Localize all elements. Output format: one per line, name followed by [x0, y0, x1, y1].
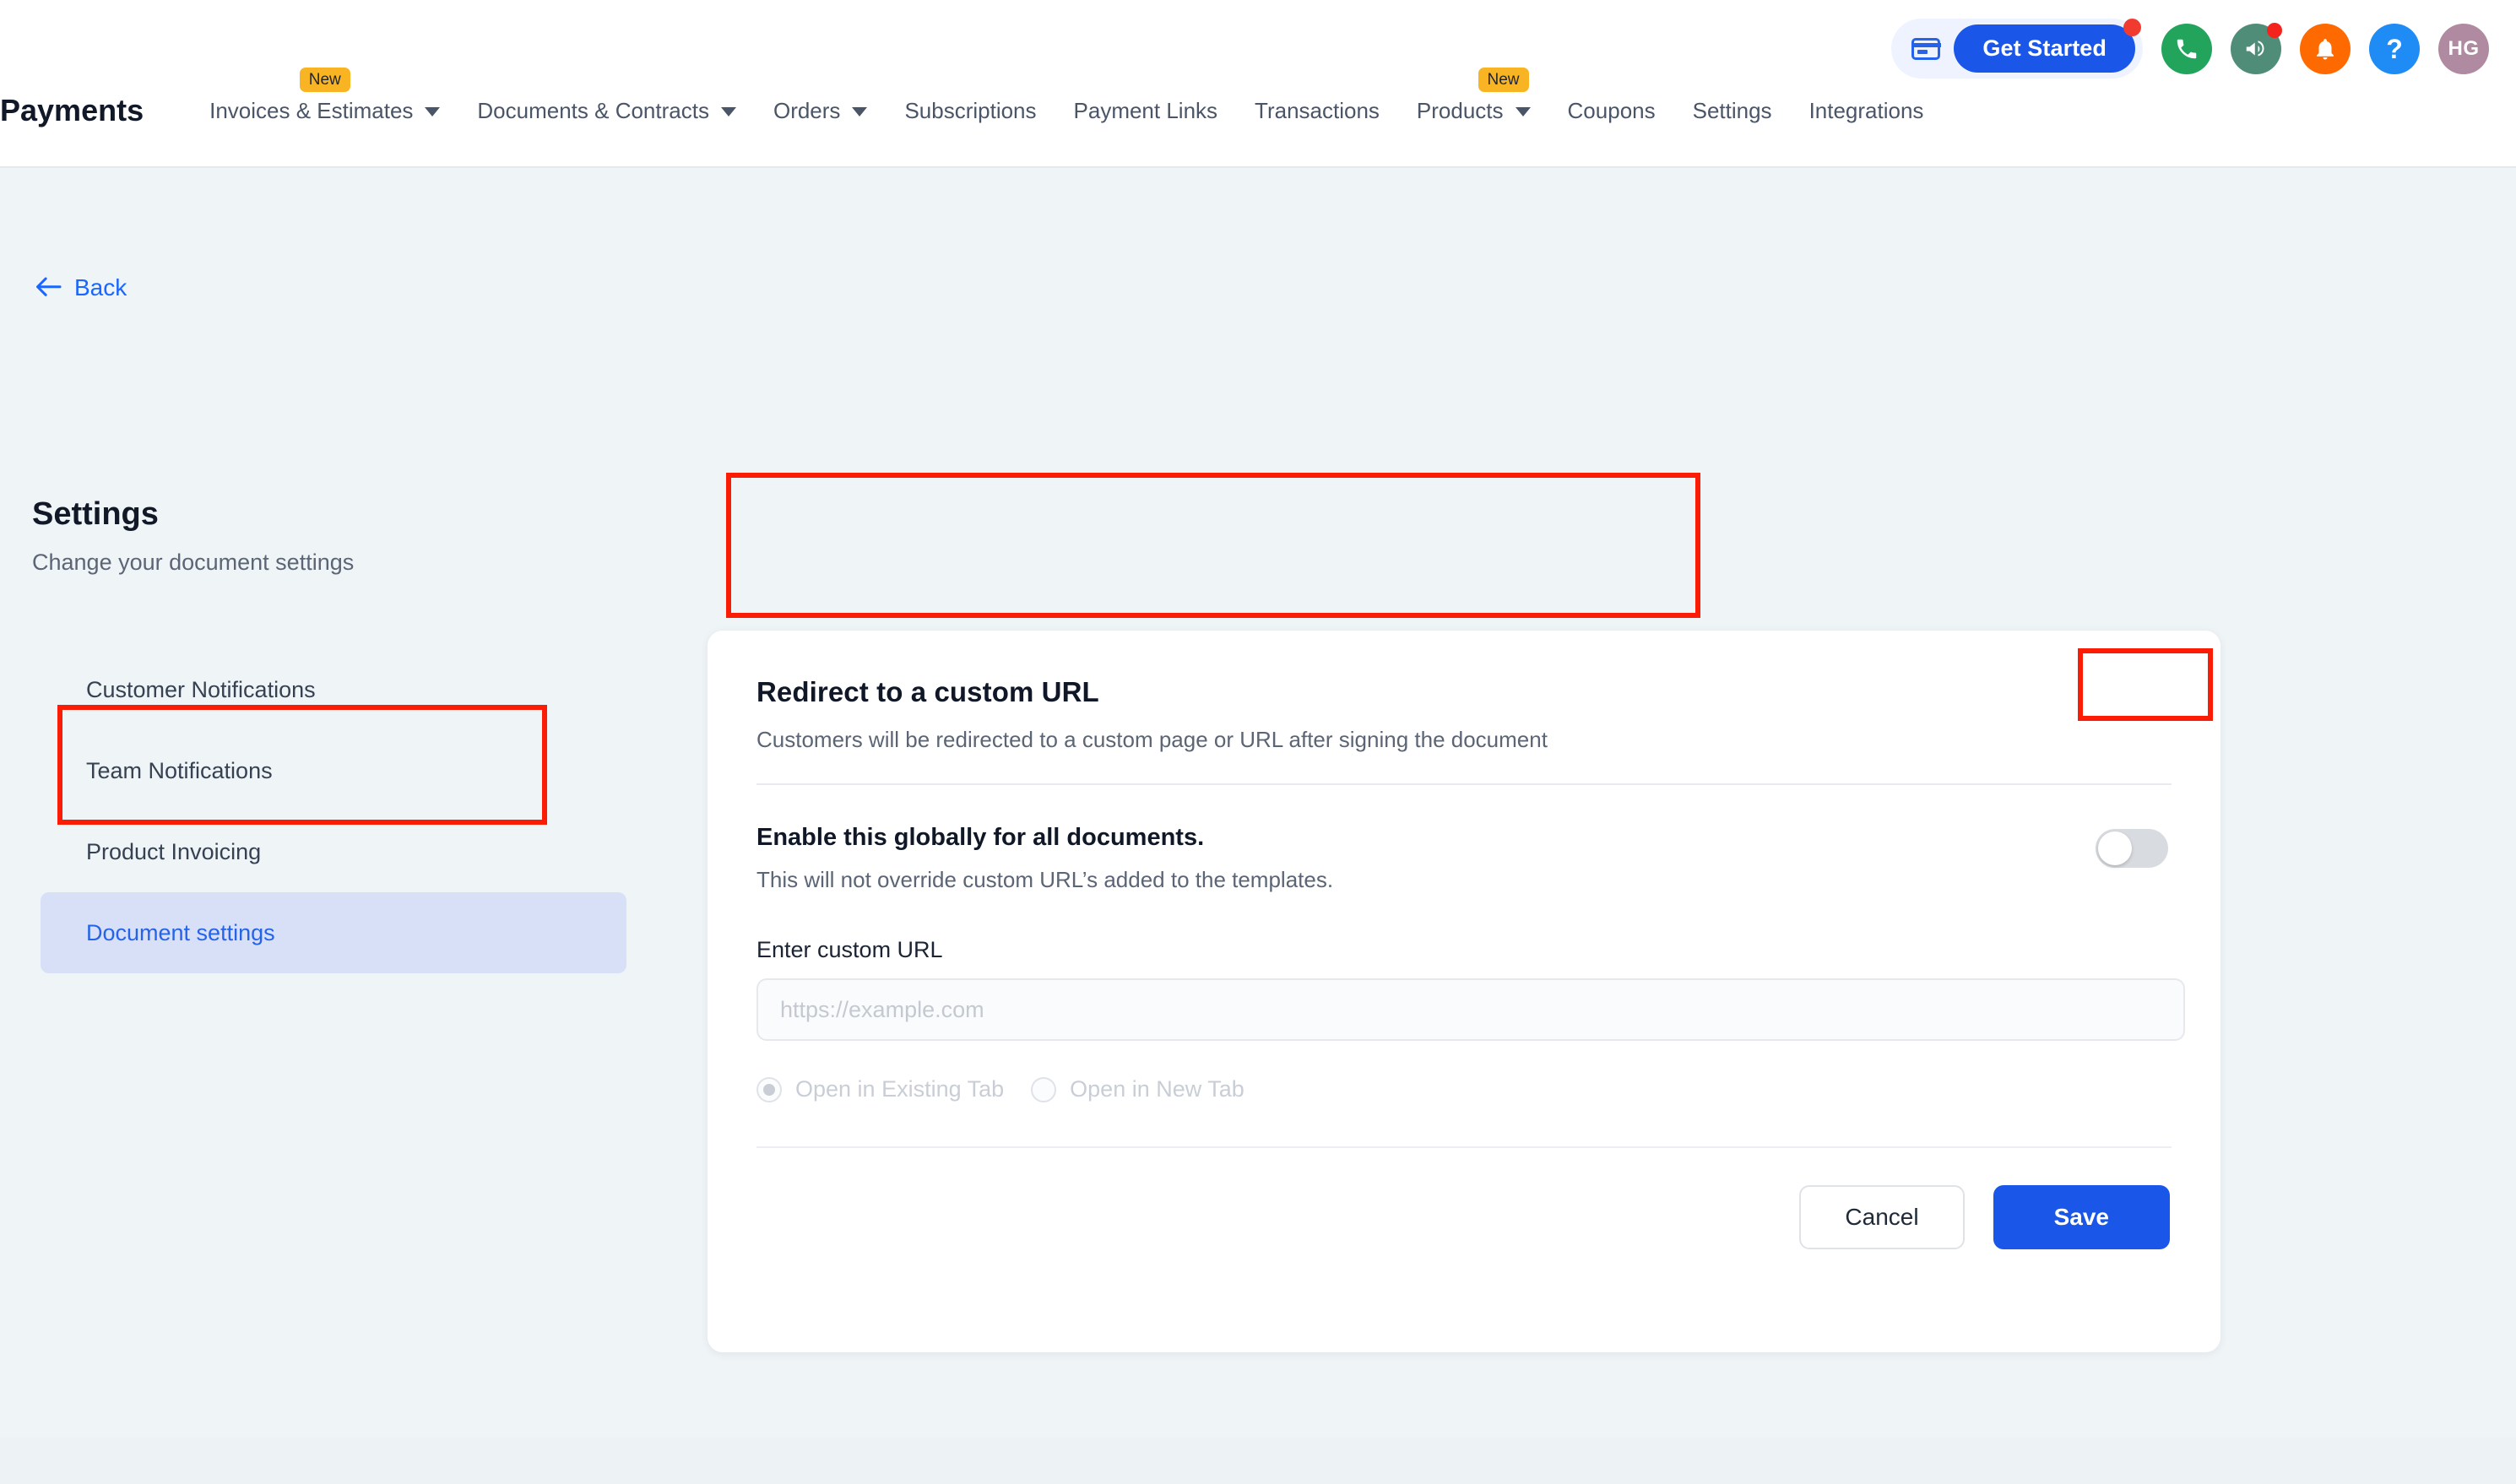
- radio-icon: [1031, 1077, 1056, 1102]
- help-icon: ?: [2386, 35, 2403, 62]
- help-icon-button[interactable]: ?: [2369, 24, 2420, 74]
- sidebar-item-label: Product Invoicing: [86, 839, 261, 865]
- topbar-utilities: Get Started ? HG: [1891, 19, 2489, 79]
- card-actions: Cancel Save: [708, 1148, 2220, 1249]
- card-description: Customers will be redirected to a custom…: [756, 727, 2170, 753]
- nav-item-orders[interactable]: Orders: [755, 98, 886, 124]
- phone-icon-button[interactable]: [2161, 24, 2212, 74]
- sidebar-item-product-invoicing[interactable]: Product Invoicing: [41, 811, 626, 892]
- page-subtitle: Change your document settings: [32, 550, 354, 576]
- enable-global-row: Enable this globally for all documents. …: [756, 824, 2172, 893]
- new-badge: New: [1478, 68, 1529, 93]
- chevron-down-icon: [1516, 107, 1531, 116]
- new-badge: New: [300, 68, 350, 93]
- custom-url-label: Enter custom URL: [756, 937, 2172, 963]
- radio-label: Open in New Tab: [1070, 1076, 1244, 1102]
- back-button[interactable]: Back: [34, 274, 127, 301]
- redirect-settings-card: Redirect to a custom URL Customers will …: [708, 631, 2220, 1352]
- bottom-band: [0, 1437, 2516, 1484]
- nav-item-label: Orders: [773, 98, 840, 124]
- brand-title: Payments: [0, 93, 144, 128]
- nav-item-label: Products: [1417, 98, 1504, 124]
- nav-item-label: Documents & Contracts: [477, 98, 709, 124]
- phone-icon: [2174, 36, 2199, 62]
- card-header: Redirect to a custom URL Customers will …: [708, 631, 2220, 783]
- nav-item-integrations[interactable]: Integrations: [1791, 98, 1943, 124]
- radio-icon: [756, 1077, 782, 1102]
- card-body: Enable this globally for all documents. …: [708, 785, 2220, 1102]
- chevron-down-icon: [852, 107, 867, 116]
- sidebar-item-label: Document settings: [86, 920, 275, 946]
- bell-icon-button[interactable]: [2300, 24, 2351, 74]
- chevron-down-icon: [721, 107, 736, 116]
- sidebar-item-label: Team Notifications: [86, 758, 273, 784]
- nav-item-label: Subscriptions: [904, 98, 1036, 124]
- nav-item-settings[interactable]: Settings: [1674, 98, 1791, 124]
- nav-item-subscriptions[interactable]: Subscriptions: [886, 98, 1055, 124]
- enable-global-sublabel: This will not override custom URL’s adde…: [756, 867, 1333, 893]
- settings-sidebar: Customer Notifications Team Notification…: [41, 649, 626, 973]
- card-title: Redirect to a custom URL: [756, 676, 2170, 708]
- back-label: Back: [74, 274, 127, 301]
- nav-item-transactions[interactable]: Transactions: [1236, 98, 1398, 124]
- megaphone-icon-button[interactable]: [2231, 24, 2281, 74]
- nav-item-label: Invoices & Estimates: [209, 98, 413, 124]
- radio-open-new-tab[interactable]: Open in New Tab: [1031, 1076, 1244, 1102]
- sidebar-item-label: Customer Notifications: [86, 677, 316, 703]
- radio-label: Open in Existing Tab: [795, 1076, 1004, 1102]
- nav-item-label: Settings: [1693, 98, 1772, 124]
- custom-url-input[interactable]: [756, 978, 2185, 1041]
- page-title: Settings: [32, 496, 159, 533]
- nav-item-invoices-estimates[interactable]: New Invoices & Estimates: [191, 98, 458, 124]
- nav-item-label: Coupons: [1568, 98, 1656, 124]
- avatar[interactable]: HG: [2438, 24, 2489, 74]
- nav-item-coupons[interactable]: Coupons: [1549, 98, 1674, 124]
- main-navigation: Payments New Invoices & Estimates Docume…: [0, 93, 2516, 128]
- nav-item-label: Payment Links: [1074, 98, 1218, 124]
- tab-behavior-radio-group: Open in Existing Tab Open in New Tab: [756, 1076, 2172, 1102]
- save-button[interactable]: Save: [1993, 1185, 2170, 1249]
- enable-global-label: Enable this globally for all documents.: [756, 824, 1333, 852]
- enable-global-toggle[interactable]: [2096, 829, 2168, 868]
- arrow-left-icon: [34, 276, 62, 300]
- nav-item-payment-links[interactable]: Payment Links: [1055, 98, 1237, 124]
- chevron-down-icon: [425, 107, 440, 116]
- top-bar: Get Started ? HG Payments: [0, 0, 2516, 168]
- nav-item-documents-contracts[interactable]: Documents & Contracts: [458, 98, 755, 124]
- toggle-knob: [2098, 831, 2132, 865]
- page-body: Back Settings Change your document setti…: [0, 168, 2516, 1484]
- nav-item-products[interactable]: New Products: [1398, 98, 1549, 124]
- get-started-container[interactable]: Get Started: [1891, 19, 2143, 79]
- sidebar-item-document-settings[interactable]: Document settings: [41, 892, 626, 973]
- credit-card-icon: [1911, 38, 1940, 60]
- bell-icon: [2313, 36, 2338, 62]
- notification-dot-icon: [2123, 19, 2141, 36]
- enable-global-text: Enable this globally for all documents. …: [756, 824, 1333, 893]
- megaphone-icon: [2243, 36, 2269, 62]
- cancel-button[interactable]: Cancel: [1799, 1185, 1964, 1249]
- radio-open-existing-tab[interactable]: Open in Existing Tab: [756, 1076, 1004, 1102]
- sidebar-item-customer-notifications[interactable]: Customer Notifications: [41, 649, 626, 730]
- megaphone-notification-dot-icon: [2267, 23, 2282, 38]
- avatar-initials: HG: [2448, 37, 2480, 61]
- nav-item-label: Transactions: [1255, 98, 1380, 124]
- get-started-button[interactable]: Get Started: [1954, 24, 2135, 73]
- nav-item-label: Integrations: [1809, 98, 1924, 124]
- sidebar-item-team-notifications[interactable]: Team Notifications: [41, 730, 626, 811]
- nav-items-list: New Invoices & Estimates Documents & Con…: [191, 98, 1942, 124]
